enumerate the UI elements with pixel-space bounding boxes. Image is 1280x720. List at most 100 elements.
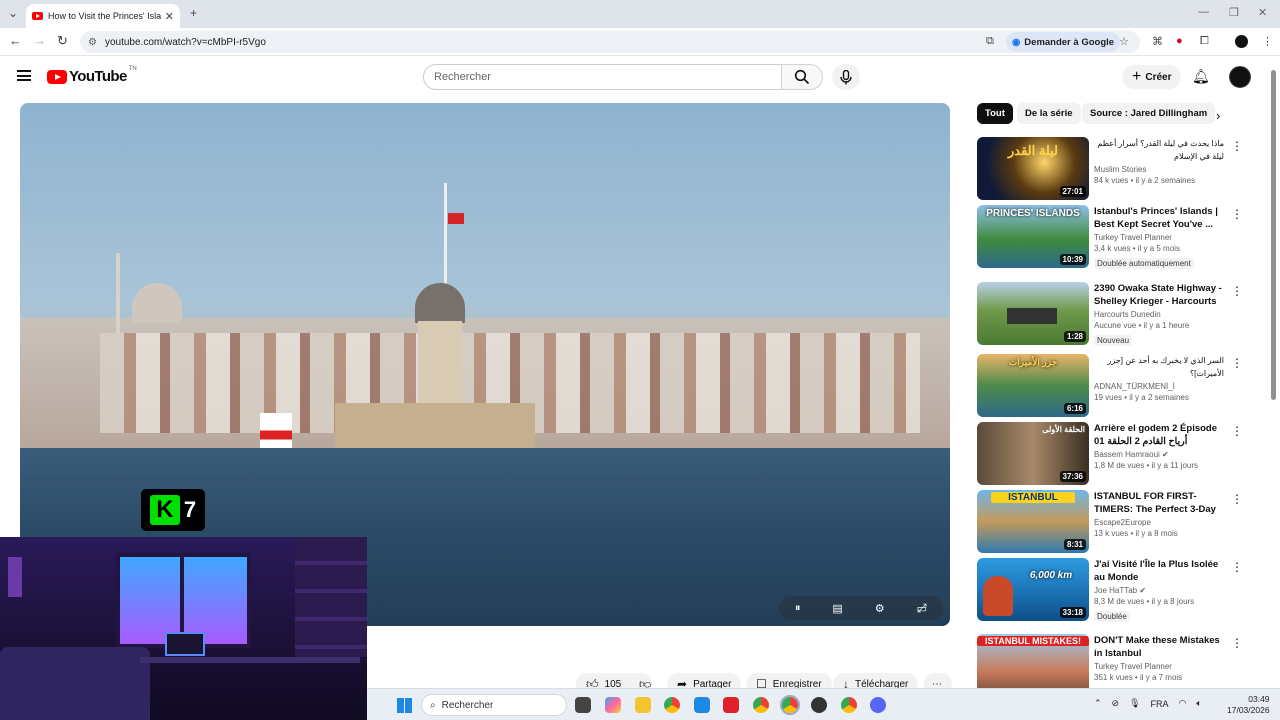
recommendation-item[interactable]: 6,000 km 33:18 J'ai Visité l'Île la Plus… <box>977 558 1243 622</box>
channel-name[interactable]: Turkey Travel Planner <box>1094 233 1224 242</box>
recommendation-item[interactable]: ISTANBUL 8:31 ISTANBUL FOR FIRST-TIMERS:… <box>977 490 1243 554</box>
recommendation-item[interactable]: PRINCES' ISLANDS 10:39 Istanbul's Prince… <box>977 205 1243 269</box>
site-info-icon[interactable]: ⚙ <box>88 37 97 48</box>
more-vertical-icon[interactable]: ⋮ <box>1231 207 1243 221</box>
browser-tab[interactable]: How to Visit the Princes' Islands ✕ <box>26 4 180 28</box>
video-title[interactable]: J'ai Visité l'Île la Plus Isolée au Mond… <box>1094 558 1224 584</box>
hamburger-menu-icon[interactable] <box>17 70 31 81</box>
search-input[interactable]: Rechercher <box>423 64 782 90</box>
video-thumbnail[interactable]: ليلة القدر 27:01 <box>977 137 1089 200</box>
chip-all[interactable]: Tout <box>977 103 1013 124</box>
more-vertical-icon[interactable]: ⋮ <box>1231 356 1243 370</box>
create-button[interactable]: + Créer <box>1122 65 1182 89</box>
chevron-right-icon[interactable]: › <box>1216 108 1220 123</box>
video-thumbnail[interactable]: ISTANBUL MISTAKES! <box>977 634 1089 688</box>
channel-name[interactable]: Muslim Stories <box>1094 165 1224 174</box>
recommendation-item[interactable]: جزر الأميرات 6:16 السر الذي لا يخبرك به … <box>977 354 1243 418</box>
chrome-active-icon[interactable] <box>780 695 800 715</box>
restore-icon[interactable]: ❐ <box>1229 6 1239 19</box>
video-thumbnail[interactable]: ISTANBUL 8:31 <box>977 490 1089 553</box>
pause-icon[interactable]: ⏸ <box>795 602 801 615</box>
video-thumbnail[interactable]: PRINCES' ISLANDS 10:39 <box>977 205 1089 268</box>
address-bar[interactable]: ⚙ youtube.com/watch?v=cMbPI-r5Vgo <box>80 31 1140 53</box>
search-button[interactable] <box>781 64 823 90</box>
video-title[interactable]: 2390 Owaka State Highway - Shelley Krieg… <box>1094 282 1224 308</box>
profile-avatar-icon[interactable] <box>1235 35 1248 48</box>
more-vertical-icon[interactable]: ⋮ <box>1231 284 1243 298</box>
channel-name[interactable]: Bassem Hamraoui <box>1094 450 1160 459</box>
reload-icon[interactable]: ↻ <box>57 33 68 49</box>
page-scrollbar[interactable] <box>1271 70 1276 400</box>
install-app-icon[interactable]: ⧉ <box>986 35 994 48</box>
forward-icon[interactable]: → <box>33 33 46 48</box>
video-thumbnail[interactable]: 6,000 km 33:18 <box>977 558 1089 621</box>
more-vertical-icon[interactable]: ⋮ <box>1231 492 1243 506</box>
back-icon[interactable]: ← <box>9 33 22 48</box>
tab-close-icon[interactable]: ✕ <box>165 10 174 23</box>
chrome-icon[interactable] <box>664 697 680 713</box>
channel-name[interactable]: Turkey Travel Planner <box>1094 662 1224 671</box>
video-title[interactable]: ISTANBUL FOR FIRST-TIMERS: The Perfect 3… <box>1094 490 1224 516</box>
video-title[interactable]: ماذا يحدث في ليلة القدر؟ أسرار أعظم ليلة… <box>1094 137 1224 163</box>
copilot-icon[interactable] <box>605 697 621 713</box>
more-vertical-icon[interactable]: ⋮ <box>1231 560 1243 574</box>
channel-name[interactable]: Escape2Europe <box>1094 518 1224 527</box>
video-title[interactable]: السر الذي لا يخبرك به أحد عن [جزر الأمير… <box>1094 354 1224 380</box>
chrome-profile-icon[interactable] <box>753 697 769 713</box>
store-icon[interactable] <box>694 697 710 713</box>
app-icon[interactable] <box>811 697 827 713</box>
chrome-alt-icon[interactable] <box>841 697 857 713</box>
subtitles-icon[interactable]: ▤ <box>832 602 842 615</box>
bookmark-star-icon[interactable]: ☆ <box>1119 35 1129 48</box>
adblock-icon[interactable]: ● <box>1176 35 1183 47</box>
channel-name[interactable]: Harcourts Dunedin <box>1094 310 1224 319</box>
channel-name[interactable]: ADNAN_TÜRKMENİ_İ <box>1094 382 1224 391</box>
youtube-logo[interactable]: YouTube TN <box>47 66 137 85</box>
channel-name[interactable]: Joe HaTTab <box>1094 586 1137 595</box>
volume-icon[interactable]: 🔈︎ <box>1196 698 1201 709</box>
clock[interactable]: 03:49 17/03/2026 <box>1227 694 1270 716</box>
tab-search-icon[interactable]: ⌄ <box>8 6 18 20</box>
new-tab-icon[interactable]: + <box>190 6 197 20</box>
video-title[interactable]: Arrière el godem 2 Épisode 01 أرياح القا… <box>1094 422 1224 448</box>
minimize-icon[interactable]: — <box>1198 6 1209 18</box>
chip-series[interactable]: De la série <box>1017 103 1081 124</box>
close-window-icon[interactable]: ✕ <box>1258 6 1267 19</box>
wifi-icon[interactable]: ◠ <box>1179 698 1187 709</box>
more-vertical-icon[interactable]: ⋮ <box>1231 636 1243 650</box>
language-indicator[interactable]: FRA <box>1151 699 1169 709</box>
video-title[interactable]: DON'T Make these Mistakes in Istanbul <box>1094 634 1224 660</box>
fullscreen-icon[interactable]: ⤢ <box>917 601 927 616</box>
extensions-puzzle-icon[interactable]: ⧠ <box>1200 35 1209 48</box>
k7-number: 7 <box>183 497 197 522</box>
channel-row[interactable]: Bassem Hamraoui ✔ <box>1094 450 1224 459</box>
channel-row[interactable]: Joe HaTTab ✔ <box>1094 586 1224 595</box>
extension-icon[interactable]: ⌘ <box>1152 35 1163 48</box>
recommendation-item[interactable]: ISTANBUL MISTAKES! DON'T Make these Mist… <box>977 634 1243 688</box>
recommendation-item[interactable]: 1:28 2390 Owaka State Highway - Shelley … <box>977 282 1243 346</box>
more-vertical-icon[interactable]: ⋮ <box>1231 139 1243 153</box>
video-title[interactable]: Istanbul's Princes' Islands | Best Kept … <box>1094 205 1224 231</box>
notifications-bell-icon[interactable]: 🔔︎ <box>1192 68 1210 85</box>
microphone-tray-icon[interactable]: 🎙︎ <box>1129 698 1140 709</box>
video-thumbnail[interactable]: 1:28 <box>977 282 1089 345</box>
recommendation-item[interactable]: ليلة القدر 27:01 ماذا يحدث في ليلة القدر… <box>977 137 1243 201</box>
chip-source[interactable]: Source : Jared Dillingham <box>1082 103 1216 124</box>
file-explorer-icon[interactable] <box>635 697 651 713</box>
video-thumbnail[interactable]: الحلقة الأولى 37:36 <box>977 422 1089 485</box>
task-view-icon[interactable] <box>575 697 591 713</box>
browser-menu-icon[interactable]: ⋮ <box>1262 35 1273 48</box>
ask-google-button[interactable]: ◉ Demander à Google <box>1006 32 1121 52</box>
settings-gear-icon[interactable]: ⚙ <box>875 602 885 615</box>
video-thumbnail[interactable]: جزر الأميرات 6:16 <box>977 354 1089 417</box>
taskbar-search[interactable]: ⌕ Rechercher <box>421 694 567 716</box>
chevron-up-icon[interactable]: ⌃ <box>1094 698 1102 709</box>
windows-start-icon[interactable] <box>397 698 412 713</box>
network-icon[interactable]: ⊘ <box>1112 698 1120 709</box>
more-vertical-icon[interactable]: ⋮ <box>1231 424 1243 438</box>
avatar[interactable] <box>1229 66 1251 88</box>
discord-icon[interactable] <box>870 697 886 713</box>
voice-search-button[interactable] <box>832 64 860 90</box>
wps-office-icon[interactable] <box>723 697 739 713</box>
recommendation-item[interactable]: الحلقة الأولى 37:36 Arrière el godem 2 É… <box>977 422 1243 486</box>
